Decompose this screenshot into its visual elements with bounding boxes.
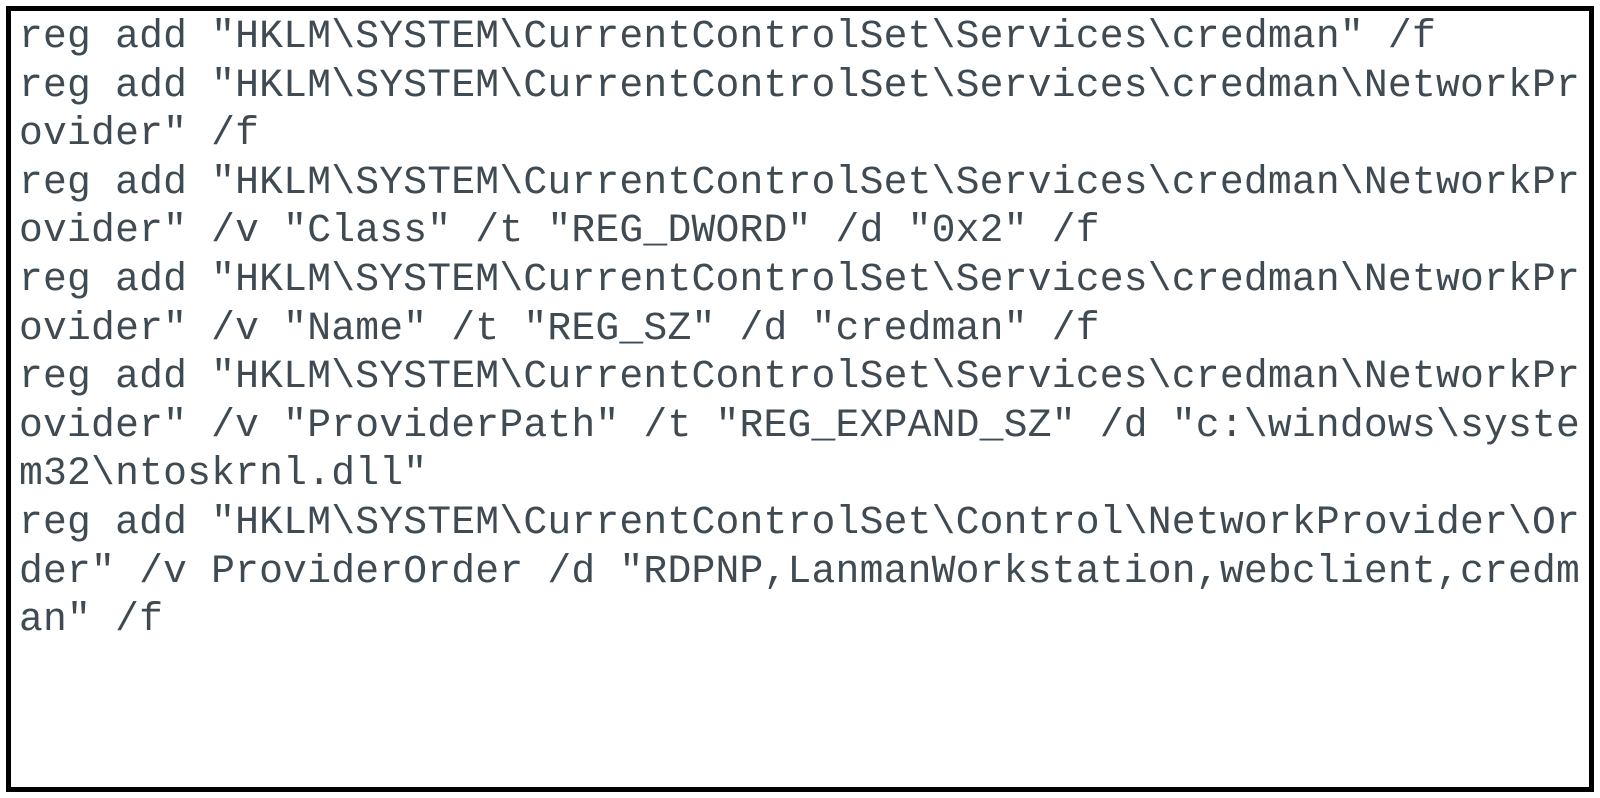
code-block-container: reg add "HKLM\SYSTEM\CurrentControlSet\S…: [6, 6, 1594, 792]
code-content: reg add "HKLM\SYSTEM\CurrentControlSet\S…: [19, 13, 1581, 645]
